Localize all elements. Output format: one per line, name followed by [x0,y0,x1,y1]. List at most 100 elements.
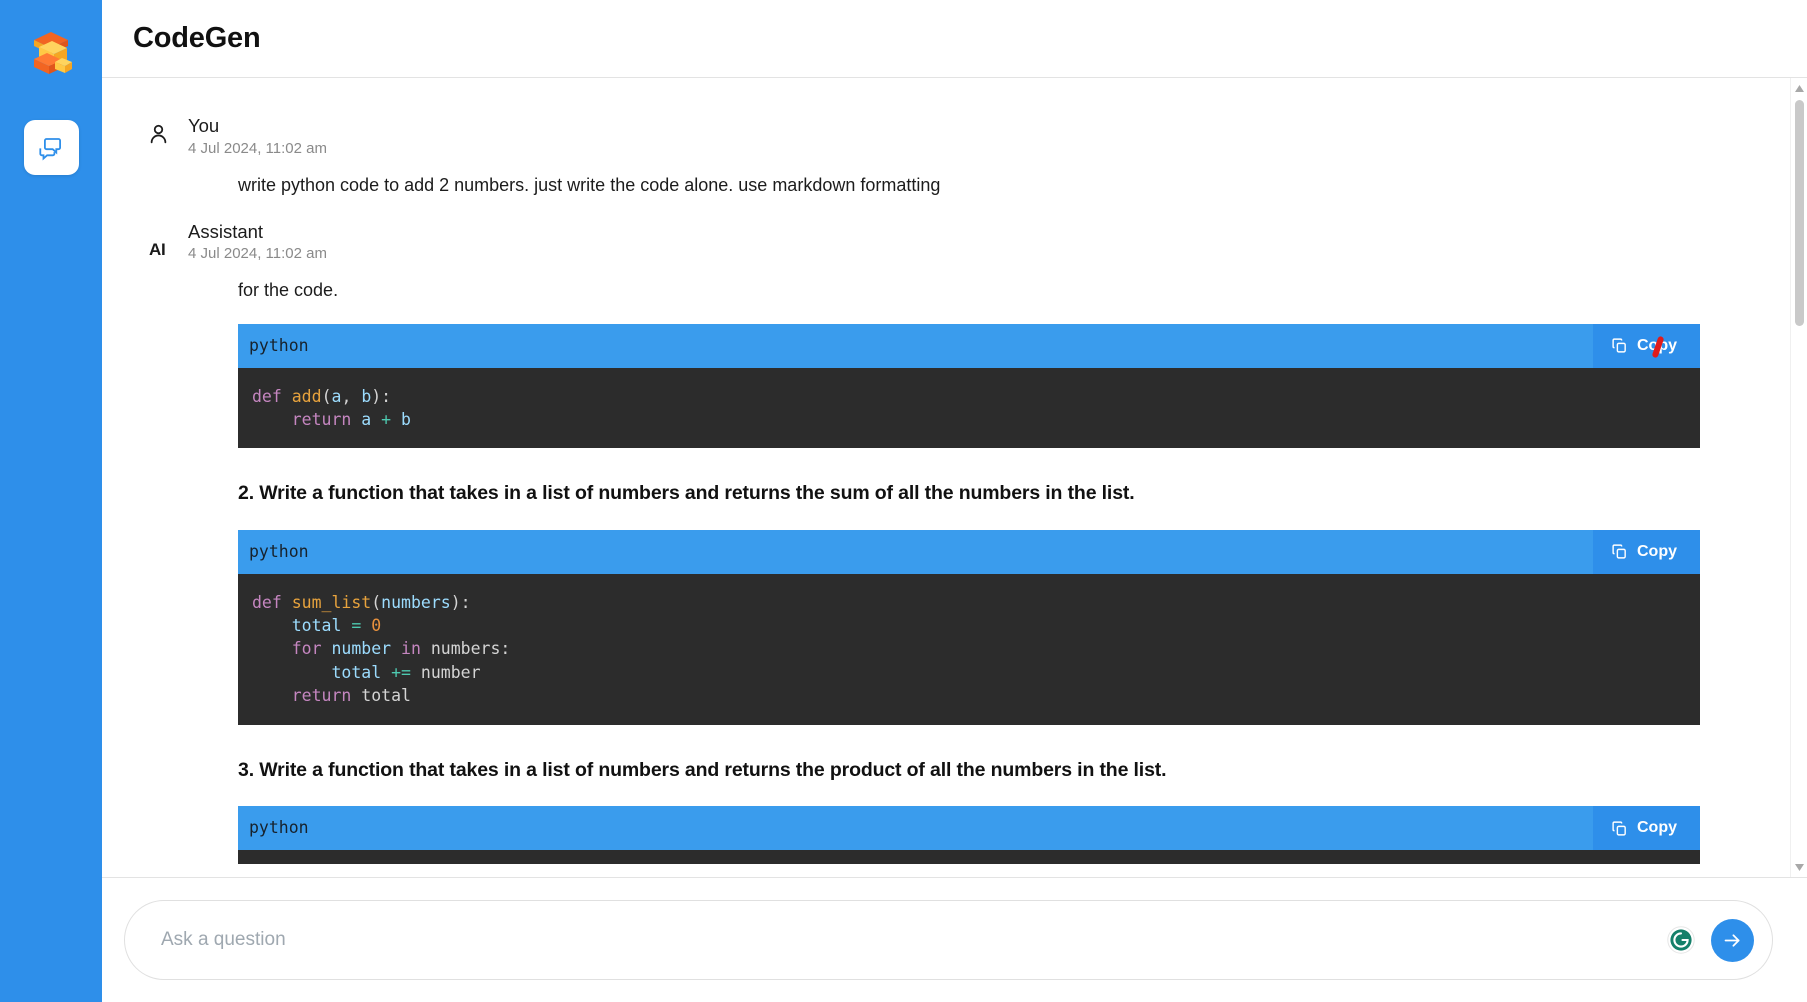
code-token: for [292,639,322,658]
message-header: You 4 Jul 2024, 11:02 am [142,114,1750,157]
composer-input-wrapper[interactable] [124,900,1773,980]
copy-button[interactable]: Copy [1593,324,1700,368]
code-token [351,410,361,429]
code-token [252,410,292,429]
code-token: numbers [381,593,451,612]
code-token: numbers: [421,639,510,658]
chat-area: You 4 Jul 2024, 11:02 am write python co… [102,78,1807,878]
code-language-label: python [249,816,309,840]
message-timestamp: 4 Jul 2024, 11:02 am [188,245,327,262]
message-user: You 4 Jul 2024, 11:02 am write python co… [142,114,1750,198]
code-line: total = 0 [252,614,1700,637]
code-token [252,616,292,635]
code-token [322,639,332,658]
code-line: total += number [252,661,1700,684]
code-token [252,686,292,705]
code-language-label: python [249,334,309,358]
code-block-content: def add(a, b): return a + b [238,368,1700,449]
code-token [371,410,381,429]
chat-bubbles-icon [38,135,64,161]
avatar [142,114,188,147]
code-token: total [292,616,342,635]
code-token: ): [371,387,391,406]
code-token: def [252,387,292,406]
scrollbar-thumb[interactable] [1795,100,1804,326]
code-line: return a + b [252,408,1700,431]
code-token: number [411,663,481,682]
code-token: total [331,663,381,682]
assistant-content: for the code. pythonCopydef add(a, b): r… [238,277,1750,864]
ai-avatar-label: AI [146,228,165,260]
code-token: += [391,663,411,682]
copy-button-label: Copy [1637,540,1677,563]
code-token: def [252,593,292,612]
code-block: python Copy [238,806,1700,864]
page-title: CodeGen [133,22,261,55]
scroll-up-button[interactable] [1791,80,1807,96]
grammarly-icon-glyph [1666,925,1696,955]
message-meta: Assistant 4 Jul 2024, 11:02 am [188,220,327,263]
copy-button[interactable]: Copy [1593,806,1700,850]
code-token: + [381,410,391,429]
app-logo [20,22,82,84]
code-token: a [332,387,342,406]
message-author: Assistant [188,220,327,244]
code-token [391,410,401,429]
code-token [381,663,391,682]
code-token [252,639,292,658]
code-line: return total [252,684,1700,707]
sidebar-item-chats[interactable] [24,120,79,175]
message-text: write python code to add 2 numbers. just… [238,172,1750,198]
user-outline-icon [146,122,171,147]
avatar: AI [142,220,188,260]
markdown-heading: 3. Write a function that takes in a list… [238,756,1750,784]
code-block-header: python Copy [238,806,1700,850]
markdown-blocks: pythonCopydef add(a, b): return a + b2. … [238,324,1750,864]
message-author: You [188,114,327,138]
vertical-scrollbar[interactable] [1790,78,1807,877]
code-language-label: python [249,540,309,564]
app-root: CodeGen [0,0,1807,1002]
composer-bar [102,878,1807,1002]
send-button[interactable] [1711,919,1754,962]
top-bar: CodeGen [102,0,1807,78]
code-token: ( [322,387,332,406]
code-token: return [292,410,352,429]
code-block: python Copy def sum_list(numbers): total =… [238,530,1700,725]
search-input[interactable] [159,928,1665,952]
code-token: number [332,639,392,658]
copy-icon [1611,543,1628,560]
arrow-right-icon [1722,930,1743,951]
message-assistant: AI Assistant 4 Jul 2024, 11:02 am for th… [142,220,1750,864]
code-line: def sum_list(numbers): [252,591,1700,614]
code-token: add [292,387,322,406]
code-block-content [238,850,1700,864]
message-header: AI Assistant 4 Jul 2024, 11:02 am [142,220,1750,263]
code-block-content: def sum_list(numbers): total = 0 for num… [238,574,1700,725]
boxes-logo-icon [24,26,78,80]
code-line: for number in numbers: [252,637,1700,660]
code-token: 0 [371,616,381,635]
caret-down-icon [1795,864,1804,871]
scroll-down-button[interactable] [1791,859,1807,875]
code-token: total [351,686,411,705]
chat-scroll-region[interactable]: You 4 Jul 2024, 11:02 am write python co… [102,78,1807,877]
assistant-intro-text: for the code. [238,277,1750,303]
code-token [361,616,371,635]
code-token [252,663,331,682]
message-meta: You 4 Jul 2024, 11:02 am [188,114,327,157]
code-token: sum_list [292,593,371,612]
code-token: b [361,387,371,406]
code-block: pythonCopydef add(a, b): return a + b [238,324,1700,449]
code-token: in [401,639,421,658]
copy-button[interactable]: Copy [1593,530,1700,574]
code-token: ): [451,593,471,612]
code-line: def add(a, b): [252,385,1700,408]
code-token: = [351,616,361,635]
chat-messages: You 4 Jul 2024, 11:02 am write python co… [102,78,1790,877]
copy-icon [1611,337,1628,354]
code-token [341,616,351,635]
markdown-heading: 2. Write a function that takes in a list… [238,479,1750,507]
grammarly-g-icon[interactable] [1665,924,1697,956]
code-token: return [292,686,352,705]
